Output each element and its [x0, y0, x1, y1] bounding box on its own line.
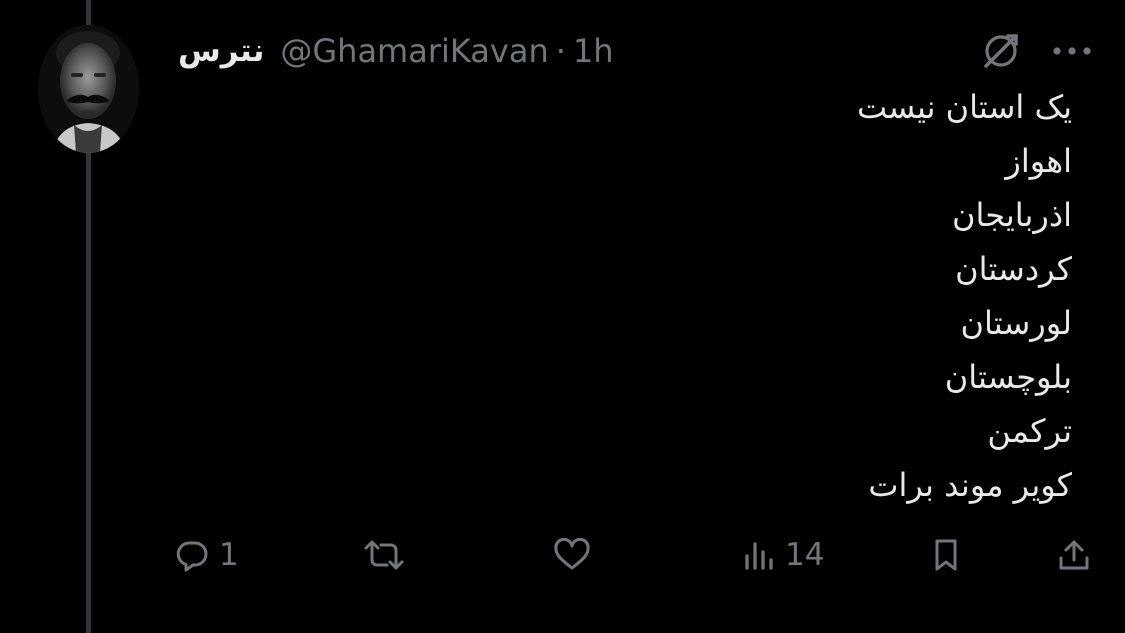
bookmark-button[interactable]: [930, 530, 962, 580]
separator-dot: ·: [555, 32, 566, 70]
avatar[interactable]: [38, 25, 139, 153]
tweet-text-line: لورستان: [960, 304, 1072, 342]
avatar-portrait: [38, 25, 139, 153]
reply-button[interactable]: 1: [175, 530, 239, 580]
tweet-header: نترس @GhamariKavan · 1h: [178, 26, 1093, 76]
grok-icon[interactable]: [981, 31, 1021, 71]
tweet-text-line: کویر موند برات: [868, 466, 1072, 504]
tweet-text-line: اذربایجان: [951, 196, 1072, 234]
display-name[interactable]: نترس: [178, 33, 264, 69]
views-icon: [743, 538, 775, 572]
reply-count: 1: [219, 537, 239, 573]
retweet-icon: [363, 538, 405, 572]
retweet-button[interactable]: [363, 530, 405, 580]
share-button[interactable]: [1057, 530, 1091, 580]
user-handle[interactable]: @GhamariKavan: [280, 32, 548, 70]
tweet-actions-bar: 1 14: [175, 530, 1095, 580]
tweet-text: یک استان نیست اهواز اذربایجان کردستان لو…: [472, 80, 1072, 512]
header-actions: [981, 26, 1093, 76]
share-icon: [1057, 538, 1091, 572]
tweet-text-line: اهواز: [1005, 142, 1072, 180]
heart-icon: [553, 538, 591, 572]
bookmark-icon: [930, 538, 962, 572]
reply-icon: [175, 538, 209, 572]
timestamp[interactable]: 1h: [573, 32, 614, 70]
tweet-text-line: کردستان: [955, 250, 1072, 288]
views-count: 14: [785, 537, 825, 573]
like-button[interactable]: [553, 530, 591, 580]
tweet-text-line: یک استان نیست: [856, 88, 1072, 126]
tweet-text-line: ترکمن: [987, 412, 1072, 450]
more-options-icon[interactable]: [1051, 45, 1093, 57]
tweet-text-line: بلوچستان: [944, 358, 1072, 396]
views-button[interactable]: 14: [743, 530, 824, 580]
